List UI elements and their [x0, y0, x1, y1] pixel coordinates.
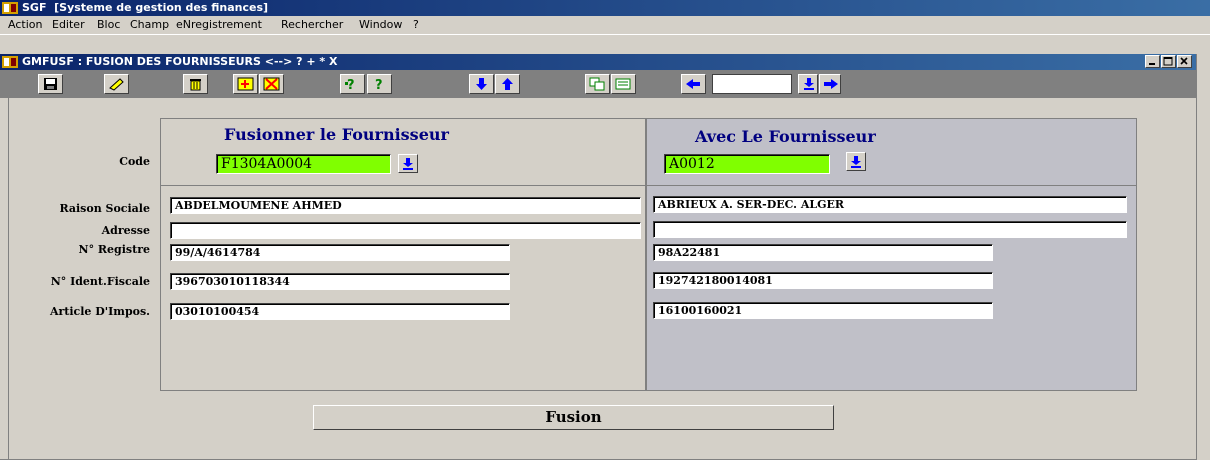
- save-icon: [44, 78, 57, 90]
- fusion-button[interactable]: Fusion: [313, 405, 834, 430]
- source-code-field[interactable]: F1304A0004: [216, 154, 391, 174]
- app-title-bar: SGF [Systeme de gestion des finances]: [0, 0, 1210, 16]
- arrow-left-icon: [686, 79, 700, 89]
- download-arrow-icon: [403, 158, 413, 170]
- target-registre-field[interactable]: 98A22481: [653, 244, 993, 261]
- remove-record-button[interactable]: [259, 74, 284, 94]
- maximize-button[interactable]: [1161, 55, 1176, 68]
- menu-action[interactable]: Action: [8, 16, 42, 34]
- menu-window[interactable]: Window: [359, 16, 402, 34]
- article-impos-label: Article D'Impos.: [49, 305, 150, 318]
- code-label: Code: [119, 155, 150, 168]
- close-icon: [1180, 57, 1188, 65]
- insert-record-icon: [237, 77, 254, 91]
- query-button[interactable]: ?: [340, 74, 365, 94]
- list-icon: [615, 78, 631, 90]
- close-button[interactable]: [1177, 55, 1192, 68]
- save-button[interactable]: [38, 74, 63, 94]
- help-icon: ?: [375, 78, 383, 91]
- next-block-button[interactable]: [469, 74, 494, 94]
- ident-fiscale-label: N° Ident.Fiscale: [50, 275, 150, 288]
- goto-list-button[interactable]: [798, 74, 818, 94]
- source-adresse-field[interactable]: [170, 222, 641, 239]
- delete-button[interactable]: [183, 74, 208, 94]
- minimize-button[interactable]: [1145, 55, 1160, 68]
- source-code-list-button[interactable]: [398, 154, 418, 173]
- source-ident-fiscale-field[interactable]: 396703010118344: [170, 273, 510, 290]
- target-code-field[interactable]: A0012: [664, 154, 830, 174]
- source-article-field[interactable]: 03010100454: [170, 303, 510, 320]
- menu-rechercher[interactable]: Rechercher: [281, 16, 343, 34]
- help-button[interactable]: ?: [367, 74, 392, 94]
- source-supplier-heading: Fusionner le Fournisseur: [224, 125, 449, 144]
- clear-icon: [109, 78, 124, 91]
- target-code-list-button[interactable]: [846, 152, 866, 171]
- query-icon: ?: [345, 78, 355, 91]
- menu-bloc[interactable]: Bloc: [97, 16, 120, 34]
- insert-record-button[interactable]: [233, 74, 258, 94]
- previous-block-button[interactable]: [495, 74, 520, 94]
- remove-record-icon: [263, 77, 280, 91]
- previous-record-button[interactable]: [681, 74, 706, 94]
- menu-enregistrement[interactable]: eNregistrement: [176, 16, 262, 34]
- svg-text:?: ?: [375, 78, 383, 91]
- goto-record-input[interactable]: [712, 74, 792, 94]
- target-ident-fiscale-field[interactable]: 192742180014081: [653, 272, 993, 289]
- next-record-button[interactable]: [819, 74, 841, 94]
- arrow-right-icon: [824, 79, 838, 89]
- app-icon: [2, 2, 18, 14]
- minimize-icon: [1149, 63, 1155, 65]
- app-title: SGF [Systeme de gestion des finances]: [22, 1, 269, 14]
- download-arrow-icon: [804, 78, 814, 90]
- toolbar: ? ?: [0, 70, 1196, 98]
- menu-help[interactable]: ?: [413, 16, 419, 34]
- menu-champ[interactable]: Champ: [130, 16, 169, 34]
- window-right-edge: [1196, 54, 1197, 460]
- source-registre-field[interactable]: 99/A/4614784: [170, 244, 510, 261]
- raison-sociale-label: Raison Sociale: [59, 202, 150, 215]
- svg-text:?: ?: [347, 78, 355, 91]
- arrow-up-icon: [502, 78, 513, 90]
- registre-label: N° Registre: [78, 243, 150, 256]
- child-title-bar: GMFUSF : FUSION DES FOURNISSEURS <--> ? …: [0, 54, 1196, 70]
- download-arrow-icon: [851, 156, 861, 168]
- header-divider: [160, 185, 1137, 186]
- form-icon: [2, 56, 18, 68]
- duplicate-button[interactable]: [585, 74, 610, 94]
- list-button[interactable]: [611, 74, 636, 94]
- target-supplier-heading: Avec Le Fournisseur: [695, 127, 876, 146]
- target-adresse-field[interactable]: [653, 221, 1127, 238]
- form-title: GMFUSF : FUSION DES FOURNISSEURS <--> ? …: [22, 55, 338, 68]
- child-window: GMFUSF : FUSION DES FOURNISSEURS <--> ? …: [0, 34, 1210, 460]
- target-article-field[interactable]: 16100160021: [653, 302, 993, 319]
- adresse-label: Adresse: [101, 224, 150, 237]
- delete-icon: [190, 79, 201, 91]
- window-controls: [1144, 55, 1192, 69]
- window-left-edge: [8, 98, 9, 460]
- duplicate-icon: [589, 77, 605, 91]
- arrow-down-icon: [476, 78, 487, 90]
- target-raison-sociale-field[interactable]: ABRIEUX A. SER-DEC. ALGER: [653, 196, 1127, 213]
- source-raison-sociale-field[interactable]: ABDELMOUMENE AHMED: [170, 197, 641, 214]
- menu-bar: Action Editer Bloc Champ eNregistrement …: [0, 16, 1210, 34]
- maximize-icon: [1163, 57, 1173, 66]
- clear-button[interactable]: [104, 74, 129, 94]
- menu-editer[interactable]: Editer: [52, 16, 85, 34]
